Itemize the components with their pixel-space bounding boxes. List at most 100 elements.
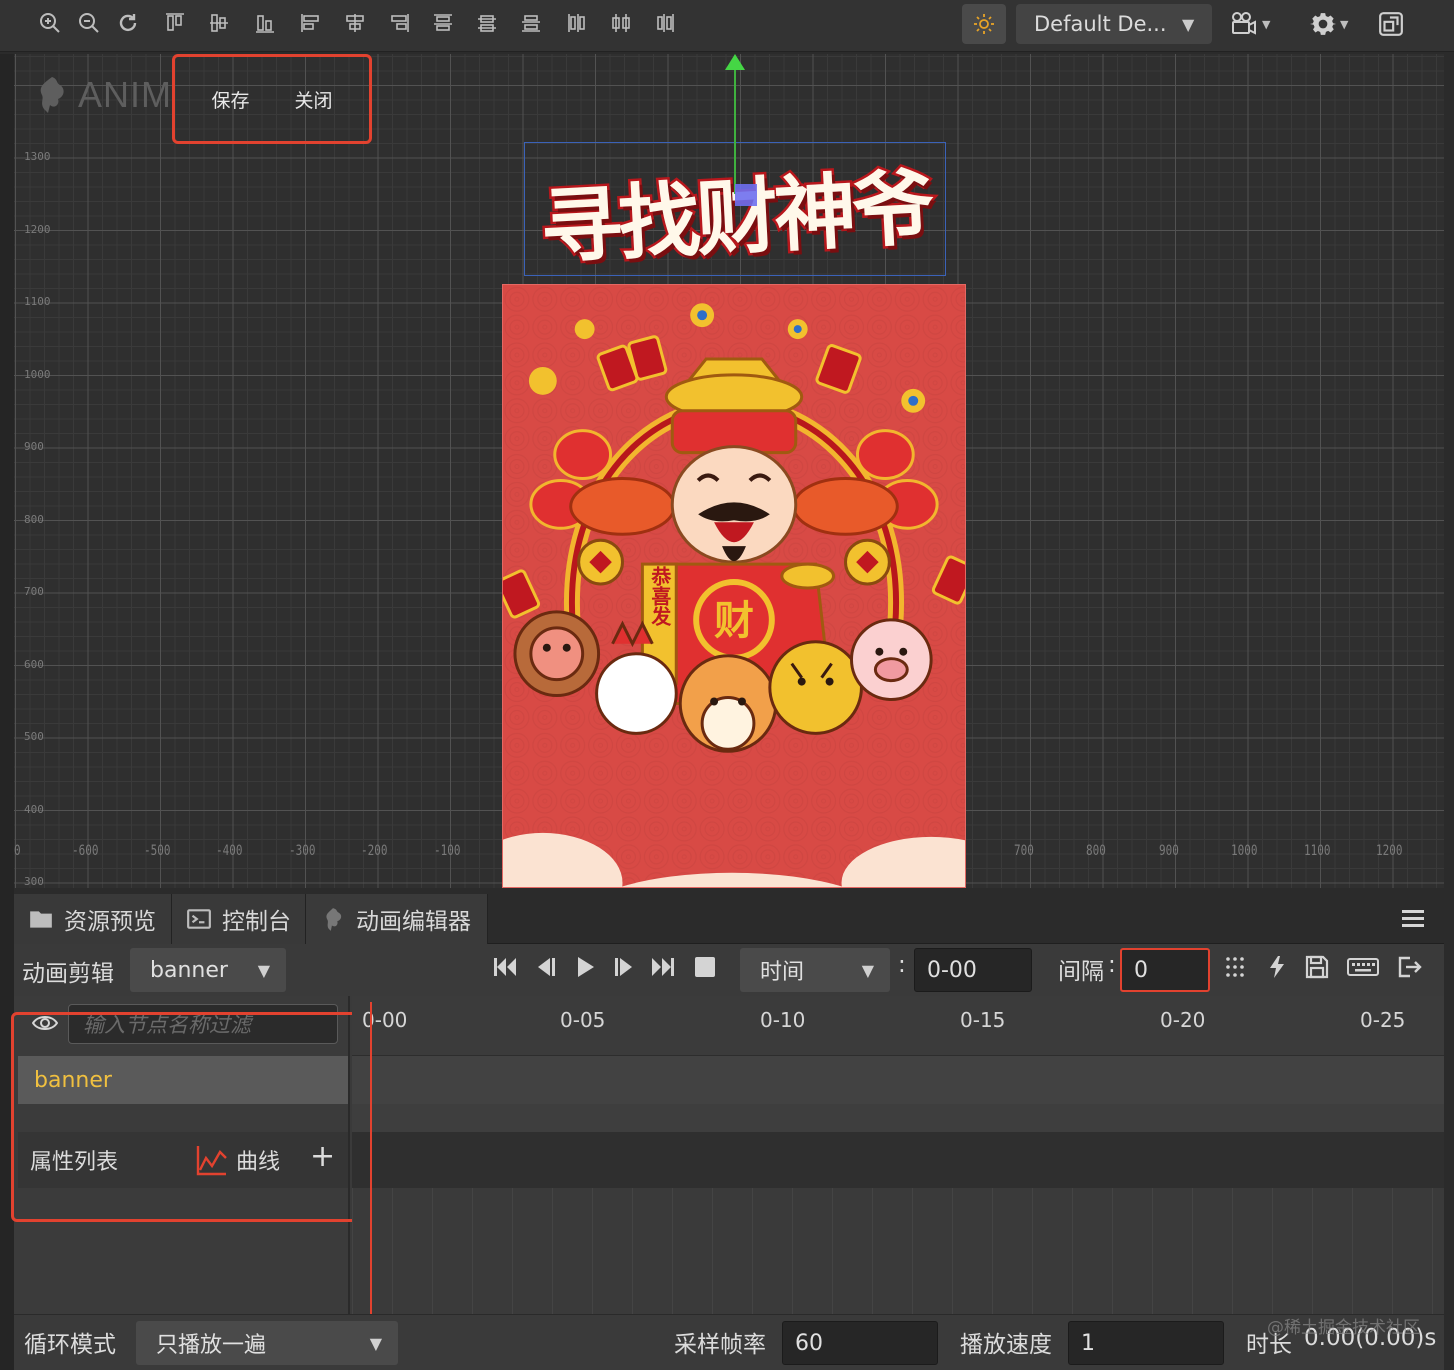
coin-character: 财 (714, 598, 754, 644)
sun-icon (974, 14, 994, 34)
time-tick: 0-00 (362, 1008, 408, 1032)
loop-mode-label: 循环模式 (24, 1332, 116, 1358)
chevron-down-icon: ▼ (257, 960, 270, 980)
ruler-x-label: -200 (361, 842, 388, 859)
ruler-y-label: 400 (24, 802, 44, 816)
sample-rate-input[interactable]: 60 (782, 1321, 938, 1365)
camera-icon (1232, 12, 1256, 35)
keyframe-track-area[interactable]: 0-00 0-05 0-10 0-15 0-20 0-25 (352, 996, 1444, 1314)
stop-button[interactable] (692, 954, 718, 980)
ruler-x-label: -100 (434, 842, 461, 859)
light-toggle-button[interactable] (962, 4, 1006, 44)
playhead[interactable] (370, 1002, 372, 1314)
distribute-top-icon[interactable] (428, 8, 458, 38)
time-ruler[interactable]: 0-00 0-05 0-10 0-15 0-20 0-25 (352, 996, 1444, 1056)
jump-to-end-button[interactable] (650, 954, 676, 980)
node-list-panel: 输入节点名称过滤 banner 属性列表 曲线 + (11, 996, 371, 1314)
gear-icon (1310, 13, 1336, 35)
distribute-hcenter-icon[interactable] (606, 8, 636, 38)
zoom-out-icon[interactable] (74, 8, 104, 38)
console-icon (187, 909, 211, 929)
ruler-y-label: 600 (24, 657, 44, 671)
clip-select[interactable]: banner ▼ (130, 948, 286, 992)
maximize-button[interactable] (1378, 6, 1404, 42)
distribute-bottom-icon[interactable] (516, 8, 546, 38)
save-clip-icon[interactable] (1304, 954, 1330, 980)
tab-console[interactable]: 控制台 (172, 894, 306, 944)
node-track-row-sub (352, 1104, 1444, 1132)
tab-label: 控制台 (222, 909, 291, 935)
playback-speed-value: 1 (1081, 1330, 1095, 1356)
time-tick: 0-20 (1160, 1008, 1206, 1032)
current-time-input[interactable]: 0-00 (914, 948, 1032, 992)
time-tick: 0-10 (760, 1008, 806, 1032)
tab-animation-editor[interactable]: 动画编辑器 (306, 894, 488, 944)
node-track-row[interactable] (352, 1056, 1444, 1104)
play-button[interactable] (572, 954, 598, 980)
scene-viewport[interactable]: ANIM 1300 1200 1100 1000 900 800 700 600 500 400 3… (14, 54, 1444, 888)
settings-menu-button[interactable]: ▼ (1310, 6, 1348, 42)
align-bottom-icon[interactable] (250, 8, 280, 38)
property-list-label: 属性列表 (30, 1150, 119, 1175)
time-tick: 0-05 (560, 1008, 606, 1032)
device-select[interactable]: Default De... ▼ (1016, 4, 1212, 44)
time-tick: 0-25 (1360, 1008, 1406, 1032)
frame-grid-icon[interactable] (1224, 954, 1250, 980)
keyboard-shortcuts-icon[interactable] (1346, 954, 1380, 980)
refresh-icon[interactable] (113, 8, 143, 38)
distribute-vcenter-icon[interactable] (472, 8, 502, 38)
tab-assets-preview[interactable]: 资源预览 (14, 894, 172, 944)
close-button[interactable]: 关闭 (294, 86, 332, 113)
align-left-icon[interactable] (296, 8, 326, 38)
loop-mode-select[interactable]: 只播放一遍 ▼ (136, 1321, 398, 1365)
align-right-icon[interactable] (384, 8, 414, 38)
node-filter-input[interactable]: 输入节点名称过滤 (68, 1004, 338, 1044)
time-mode-select[interactable]: 时间 ▼ (740, 948, 890, 992)
scroll-text: 恭喜发 (648, 565, 672, 627)
interval-input[interactable]: 0 (1120, 948, 1210, 992)
ruler-x-label: 1200 (1376, 842, 1403, 859)
playback-speed-input[interactable]: 1 (1068, 1321, 1224, 1365)
banner-sprite[interactable]: 财 恭喜发 (502, 284, 966, 888)
eye-icon[interactable] (32, 1012, 58, 1034)
anim-edit-actions: 保存 关闭 (172, 54, 372, 144)
zoom-in-icon[interactable] (35, 8, 65, 38)
ruler-y-label: 500 (24, 730, 44, 743)
ruler-x-label: 1000 (1231, 842, 1258, 859)
add-event-icon[interactable] (1264, 954, 1290, 980)
panel-menu-icon[interactable] (1402, 908, 1424, 928)
prev-frame-button[interactable] (532, 954, 558, 980)
ruler-y-label: 1000 (24, 367, 51, 381)
ruler-x-label: 1100 (1304, 842, 1331, 859)
save-button[interactable]: 保存 (211, 86, 249, 113)
move-gizmo-center-handle[interactable] (735, 184, 757, 206)
watermark: @稀土掘金技术社区 (1267, 1318, 1420, 1338)
align-top-icon[interactable] (160, 8, 190, 38)
node-name: banner (34, 1067, 112, 1093)
curve-button[interactable]: 曲线 (196, 1144, 280, 1176)
exit-edit-mode-icon[interactable] (1396, 954, 1422, 980)
clip-label: 动画剪辑 (22, 961, 114, 987)
jump-to-start-button[interactable] (492, 954, 518, 980)
align-vcenter-icon[interactable] (204, 8, 234, 38)
property-track-row[interactable] (352, 1132, 1444, 1188)
ruler-y-label: 300 (24, 875, 44, 888)
cocos-logo-icon (40, 77, 64, 113)
distribute-right-icon[interactable] (650, 8, 680, 38)
maximize-icon (1379, 12, 1403, 36)
ruler-x-label: 900 (1159, 842, 1179, 859)
node-item-banner[interactable]: banner (18, 1056, 348, 1104)
folder-icon (30, 911, 52, 928)
move-gizmo-y-axis[interactable] (734, 64, 736, 194)
ruler-x-label: 800 (1086, 842, 1106, 859)
align-hcenter-icon[interactable] (340, 8, 370, 38)
current-time-value: 0-00 (927, 957, 977, 983)
next-frame-button[interactable] (612, 954, 638, 980)
move-gizmo-y-arrow-icon[interactable] (725, 54, 745, 70)
add-property-button[interactable]: + (310, 1139, 335, 1174)
interval-value: 0 (1134, 957, 1148, 983)
distribute-left-icon[interactable] (562, 8, 592, 38)
sample-rate-value: 60 (795, 1330, 823, 1356)
camera-menu-button[interactable]: ▼ (1230, 6, 1270, 42)
caret-down-icon: ▼ (1262, 17, 1271, 31)
